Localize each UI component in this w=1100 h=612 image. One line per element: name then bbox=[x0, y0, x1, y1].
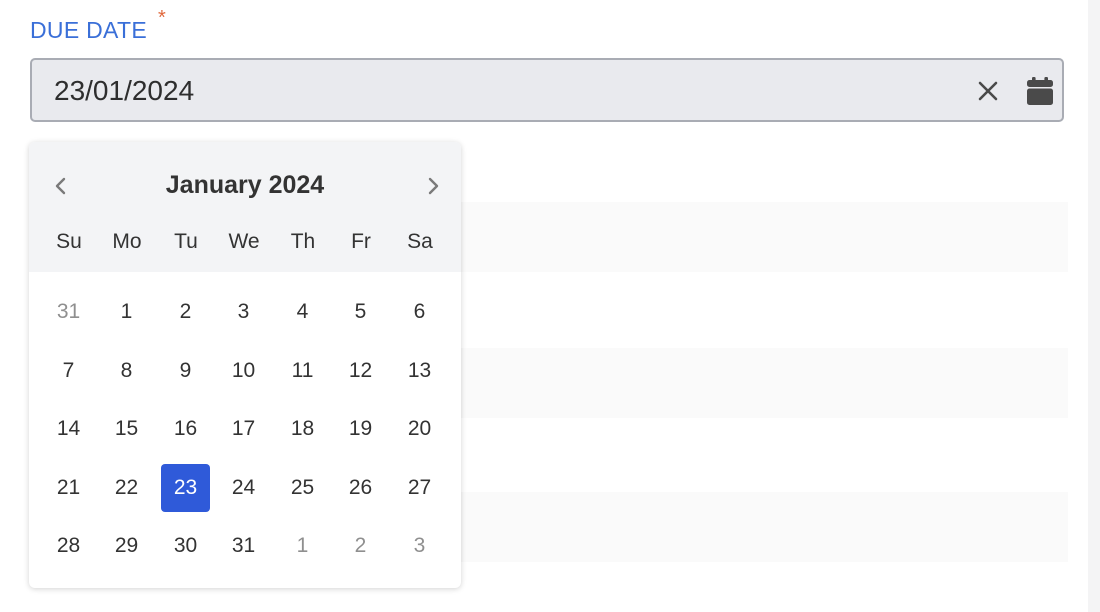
day-cell[interactable]: 6 bbox=[395, 288, 444, 336]
day-cell[interactable]: 13 bbox=[395, 347, 444, 395]
weekday-label: Tu bbox=[174, 230, 198, 253]
day-cell-selected[interactable]: 23 bbox=[161, 464, 210, 512]
weekday-label: Sa bbox=[407, 230, 433, 253]
weekday-label: Fr bbox=[351, 230, 371, 253]
clear-icon[interactable] bbox=[976, 79, 1000, 103]
month-title: January 2024 bbox=[165, 171, 325, 199]
day-cell[interactable]: 19 bbox=[336, 405, 385, 453]
day-cell[interactable]: 3 bbox=[219, 288, 268, 336]
day-cell[interactable]: 3 bbox=[395, 522, 444, 570]
day-cell[interactable]: 22 bbox=[102, 464, 151, 512]
day-cell[interactable]: 25 bbox=[278, 464, 327, 512]
day-cell[interactable]: 31 bbox=[219, 522, 268, 570]
weekday-label: Mo bbox=[112, 230, 142, 253]
page-edge-strip bbox=[1088, 0, 1100, 612]
day-cell[interactable]: 1 bbox=[278, 522, 327, 570]
due-date-value[interactable]: 23/01/2024 bbox=[54, 60, 194, 124]
day-cell[interactable]: 10 bbox=[219, 347, 268, 395]
chevron-right-icon[interactable] bbox=[421, 174, 445, 198]
date-picker-header: January 2024 Su Mo Tu We Th Fr Sa bbox=[29, 142, 461, 272]
day-cell[interactable]: 8 bbox=[102, 347, 151, 395]
weekday-label: Su bbox=[56, 230, 82, 253]
day-cell[interactable]: 31 bbox=[44, 288, 93, 336]
day-cell[interactable]: 20 bbox=[395, 405, 444, 453]
day-cell[interactable]: 9 bbox=[161, 347, 210, 395]
day-cell[interactable]: 4 bbox=[278, 288, 327, 336]
day-cell[interactable]: 7 bbox=[44, 347, 93, 395]
required-marker: * bbox=[158, 7, 166, 29]
due-date-label: DUE DATE bbox=[30, 17, 147, 43]
day-cell[interactable]: 18 bbox=[278, 405, 327, 453]
day-cell[interactable]: 2 bbox=[161, 288, 210, 336]
weekday-label: Th bbox=[290, 230, 316, 253]
day-cell[interactable]: 11 bbox=[278, 347, 327, 395]
day-cell[interactable]: 1 bbox=[102, 288, 151, 336]
day-cell[interactable]: 24 bbox=[219, 464, 268, 512]
day-cell[interactable]: 26 bbox=[336, 464, 385, 512]
date-picker-popup: January 2024 Su Mo Tu We Th Fr Sa 31 1 2 3 4 5 6 7 8 9 1… bbox=[29, 142, 461, 588]
day-cell[interactable]: 16 bbox=[161, 405, 210, 453]
day-cell[interactable]: 12 bbox=[336, 347, 385, 395]
day-cell[interactable]: 17 bbox=[219, 405, 268, 453]
day-cell[interactable]: 28 bbox=[44, 522, 93, 570]
day-cell[interactable]: 21 bbox=[44, 464, 93, 512]
day-cell[interactable]: 2 bbox=[336, 522, 385, 570]
day-cell[interactable]: 15 bbox=[102, 405, 151, 453]
day-cell[interactable]: 14 bbox=[44, 405, 93, 453]
day-cell[interactable]: 29 bbox=[102, 522, 151, 570]
day-cell[interactable]: 5 bbox=[336, 288, 385, 336]
day-cell[interactable]: 30 bbox=[161, 522, 210, 570]
day-cell[interactable]: 27 bbox=[395, 464, 444, 512]
calendar-icon[interactable] bbox=[1026, 76, 1054, 106]
weekday-label: We bbox=[228, 230, 260, 253]
due-date-input[interactable]: 23/01/2024 bbox=[30, 58, 1064, 122]
